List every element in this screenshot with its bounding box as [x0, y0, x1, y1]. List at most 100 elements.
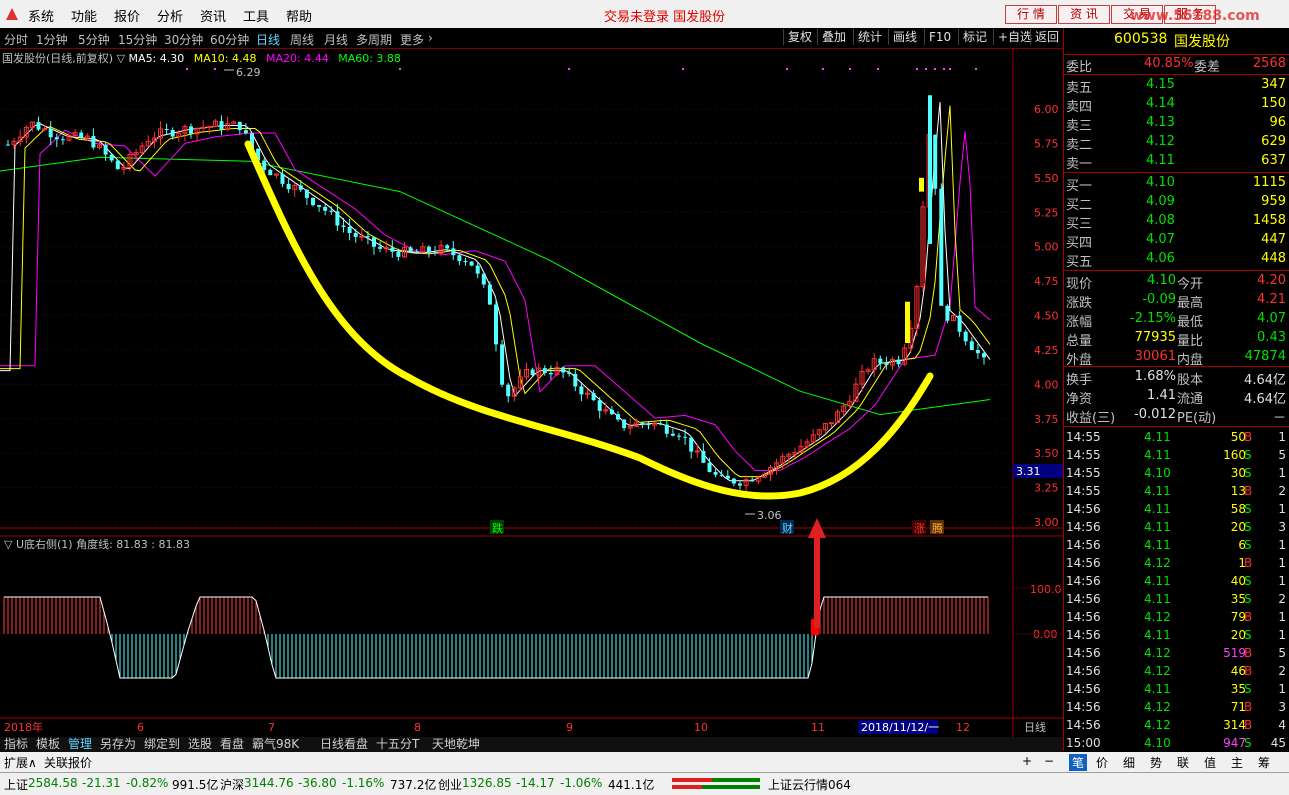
cloud-quote-status[interactable]: 上证云行情064 [768, 776, 851, 793]
indicator-tab-5[interactable]: 选股 [188, 737, 212, 752]
quote-tab-1[interactable]: 价 [1096, 754, 1108, 771]
period-1min[interactable]: 1分钟 [36, 31, 68, 48]
tick-row: 14:56 4.12 46 B 2 [1064, 663, 1289, 681]
sell-order-row[interactable]: 卖四 4.14 150 [1064, 95, 1289, 115]
quote-tab-3[interactable]: 势 [1150, 754, 1162, 771]
fuquan-button[interactable]: 复权 [783, 29, 816, 45]
indicator-tab-0[interactable]: 指标 [4, 737, 28, 752]
indicator-tab-4[interactable]: 绑定到 [144, 737, 180, 752]
overlay-button[interactable]: 叠加 [817, 29, 850, 45]
menu-tools[interactable]: 工具 [243, 6, 269, 25]
quote-tab-0[interactable]: 笔 [1069, 754, 1088, 771]
menu-help[interactable]: 帮助 [286, 6, 312, 25]
candle-body [664, 424, 669, 434]
sell-order-row[interactable]: 卖一 4.11 637 [1064, 152, 1289, 172]
period-monthly[interactable]: 月线 [324, 31, 348, 48]
indicator-tab-2[interactable]: 管理 [68, 737, 92, 752]
tick-price: 4.10 [1144, 736, 1171, 750]
quote-tab-6[interactable]: 主 [1231, 754, 1243, 771]
hs-index-value: 3144.76 [244, 776, 294, 790]
sell-order-row[interactable]: 卖三 4.13 96 [1064, 114, 1289, 134]
menu-analysis[interactable]: 分析 [157, 6, 183, 25]
indicator-tab-1[interactable]: 模板 [36, 737, 60, 752]
sell-order-row[interactable]: 卖五 4.15 347 [1064, 76, 1289, 96]
quote-tab-2[interactable]: 细 [1123, 754, 1135, 771]
period-more[interactable]: 更多 [400, 31, 424, 48]
period-60min[interactable]: 60分钟 [210, 31, 249, 48]
sh-index-value: 2584.58 [28, 776, 78, 790]
draw-button[interactable]: 画线 [888, 29, 921, 45]
stats-button[interactable]: 统计 [853, 29, 886, 45]
tick-time: 14:56 [1066, 646, 1101, 660]
tick-time: 14:55 [1066, 484, 1101, 498]
indicator-tab-8[interactable]: 日线看盘 [320, 737, 368, 752]
indicator-tab-6[interactable]: 看盘 [220, 737, 244, 752]
menu-quote[interactable]: 报价 [114, 6, 140, 25]
stat-label: 总量 [1066, 334, 1093, 349]
menu-function[interactable]: 功能 [71, 6, 97, 25]
candle-body [206, 126, 212, 129]
period-multi[interactable]: 多周期 [356, 31, 392, 48]
signal-dots [186, 68, 977, 70]
buy-order-price: 4.10 [1146, 175, 1175, 190]
f10-button[interactable]: F10 [924, 29, 955, 45]
chevron-right-icon[interactable]: › [428, 31, 433, 45]
tick-row: 14:56 4.11 35 S 2 [1064, 591, 1289, 609]
quote-tab-5[interactable]: 值 [1204, 754, 1216, 771]
tick-row: 14:56 4.12 519 B 5 [1064, 645, 1289, 663]
tick-list: 14:55 4.11 50 B 1 14:55 4.11 160 S 5 14:55 4.10 30 S 1… [1064, 426, 1289, 750]
buy-order-row[interactable]: 买五 4.06 448 [1064, 250, 1289, 270]
price-axis-label: 3.00 [1034, 516, 1059, 529]
buy-order-row[interactable]: 买三 4.08 1458 [1064, 212, 1289, 232]
expand-button[interactable]: 扩展∧ [4, 754, 37, 771]
buy-order-row[interactable]: 买四 4.07 447 [1064, 231, 1289, 251]
tick-count: 2 [1278, 664, 1286, 678]
period-weekly[interactable]: 周线 [290, 31, 314, 48]
cy-index-label[interactable]: 创业 [438, 776, 462, 793]
sell-order-volume: 96 [1269, 115, 1286, 130]
indicator-tab-10[interactable]: 天地乾坤 [432, 737, 480, 752]
buy-order-row[interactable]: 买二 4.09 959 [1064, 193, 1289, 213]
stat-value: 4.21 [1257, 292, 1286, 307]
period-30min[interactable]: 30分钟 [164, 31, 203, 48]
back-button[interactable]: 返回 [1030, 29, 1063, 45]
indicator-tab-3[interactable]: 另存为 [100, 737, 136, 752]
tick-row: 14:56 4.11 20 S 3 [1064, 519, 1289, 537]
buy-order-row[interactable]: 买一 4.10 1115 [1064, 174, 1289, 194]
tick-price: 4.11 [1144, 574, 1171, 588]
zoom-out-icon[interactable]: − [1044, 754, 1054, 768]
quote-tab-7[interactable]: 筹 [1258, 754, 1270, 771]
tick-count: 3 [1278, 700, 1286, 714]
kline-chart[interactable]: 6.00 5.75 5.50 5.25 5.00 4.75 4.50 4.25 4.00 3.75… [0, 48, 1063, 738]
quote-tab-4[interactable]: 联 [1177, 754, 1189, 771]
tick-time: 14:56 [1066, 682, 1101, 696]
indicator-tab-9[interactable]: 十五分T [376, 737, 419, 752]
tick-time: 14:55 [1066, 466, 1101, 480]
candle-body [829, 422, 834, 425]
tick-price: 4.11 [1144, 502, 1171, 516]
zoom-in-icon[interactable]: + [1022, 754, 1032, 768]
sh-index-label[interactable]: 上证 [4, 776, 28, 793]
mark-button[interactable]: 标记 [958, 29, 991, 45]
ma60-path [0, 156, 991, 416]
indicator-tab-7[interactable]: 霸气98K [252, 737, 299, 752]
candle-body [36, 122, 41, 130]
menu-news[interactable]: 资讯 [200, 6, 226, 25]
sell-order-row[interactable]: 卖二 4.12 629 [1064, 133, 1289, 153]
sell-order-label: 卖三 [1066, 119, 1093, 134]
status-bar: 上证 2584.58 -21.31 -0.82% 991.5亿 沪深 3144.… [0, 772, 1289, 795]
period-fenshi[interactable]: 分时 [4, 31, 28, 48]
menu-system[interactable]: 系统 [28, 6, 54, 25]
market-button[interactable]: 行 情 [1005, 5, 1057, 24]
tick-side: S [1244, 574, 1252, 588]
related-quote-button[interactable]: 关联报价 [44, 754, 92, 771]
period-daily[interactable]: 日线 [256, 31, 280, 48]
tick-volume: 160 [1223, 448, 1246, 462]
period-15min[interactable]: 15分钟 [118, 31, 157, 48]
event-teng-label: 腾 [932, 521, 943, 535]
tick-count: 5 [1278, 448, 1286, 462]
news-button[interactable]: 资 讯 [1058, 5, 1110, 24]
hs-index-label[interactable]: 沪深 [220, 776, 244, 793]
period-5min[interactable]: 5分钟 [78, 31, 110, 48]
candle-body [329, 210, 334, 212]
